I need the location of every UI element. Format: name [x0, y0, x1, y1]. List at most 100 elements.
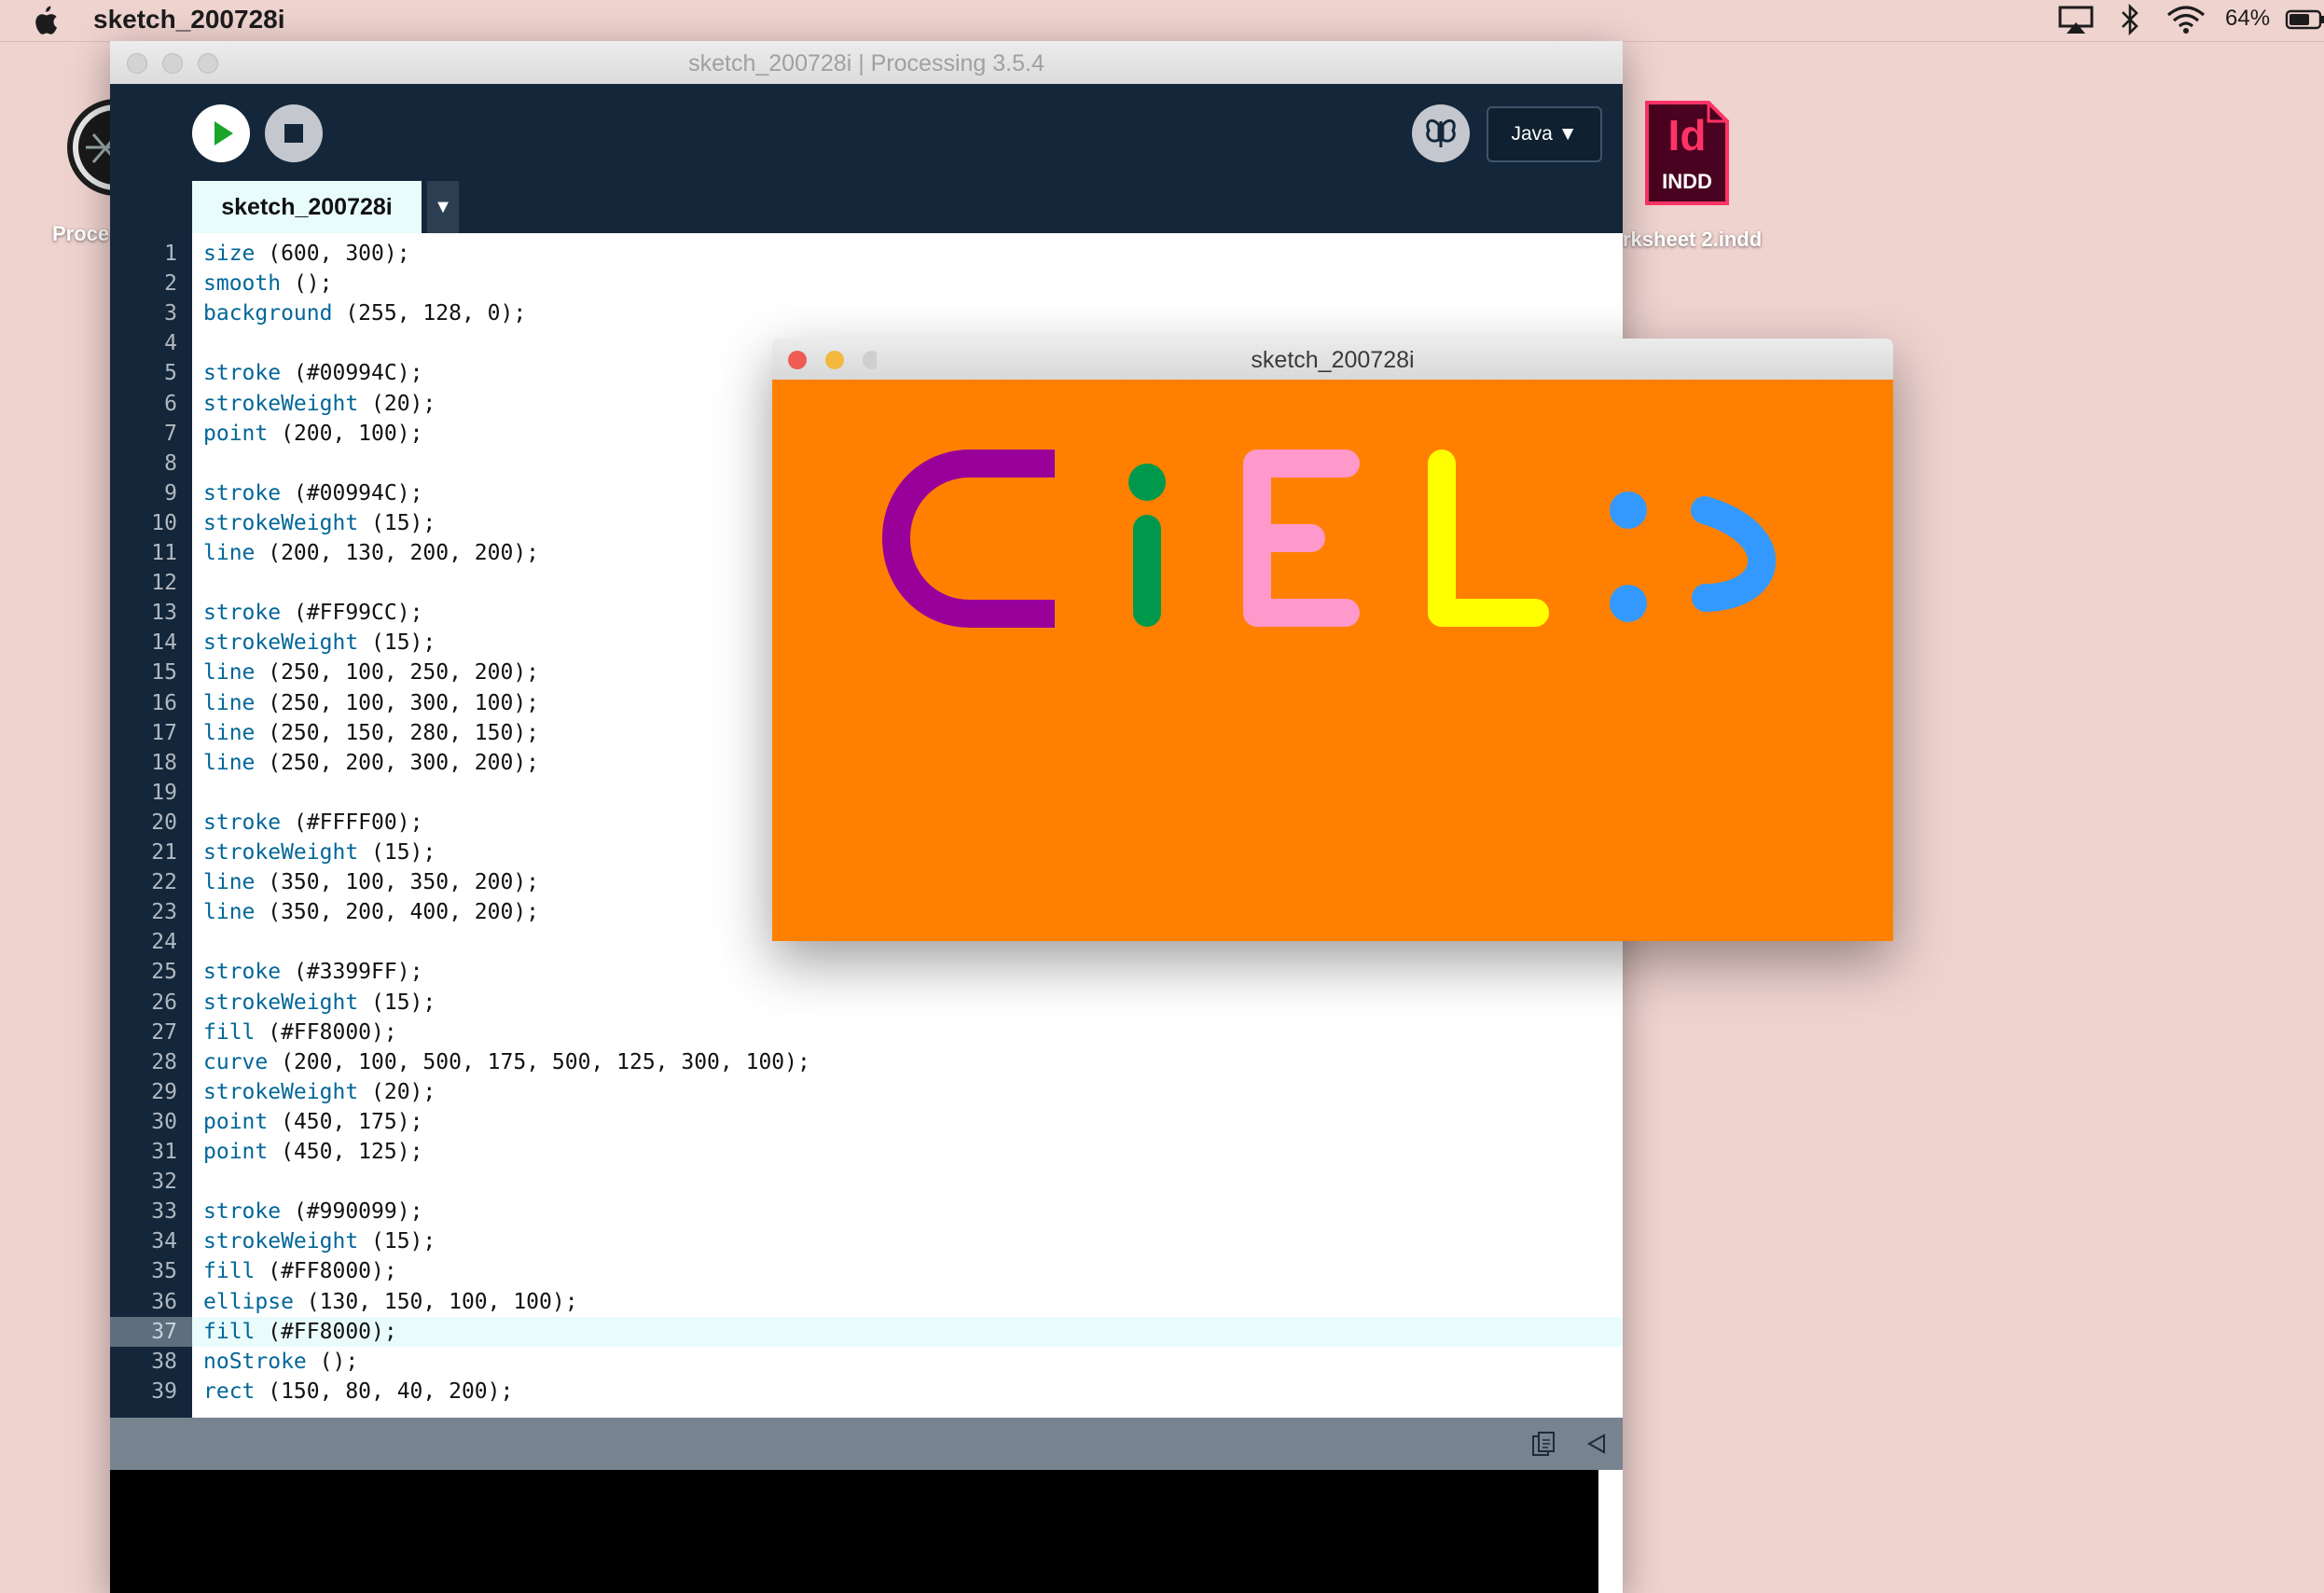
ide-title-bar[interactable]: sketch_200728i | Processing 3.5.4: [110, 41, 1623, 85]
code-line[interactable]: 3 background (255, 128, 0);: [164, 298, 1623, 328]
code-arguments: (250, 200, 300, 200);: [255, 750, 540, 775]
desktop-icon-label: rksheet 2.indd: [1623, 228, 1763, 251]
line-number: 2: [164, 271, 177, 297]
code-line[interactable]: 30 point (450, 175);: [151, 1107, 1623, 1137]
letter-i-dot: [1128, 464, 1166, 501]
code-function-name: ellipse: [203, 1289, 294, 1314]
line-number: 15: [151, 660, 177, 686]
line-number: 19: [151, 780, 177, 805]
code-text: noStroke ();: [203, 1347, 358, 1377]
code-line[interactable]: 2 smooth ();: [164, 269, 1623, 298]
code-text: line (200, 130, 200, 200);: [203, 538, 539, 568]
code-text: strokeWeight (15);: [203, 1226, 436, 1256]
code-line[interactable]: 28 curve (200, 100, 500, 175, 500, 125, 3…: [151, 1047, 1623, 1077]
sketch-canvas: [772, 380, 1893, 941]
code-line[interactable]: 27 fill (#FF8000);: [151, 1018, 1623, 1047]
airplay-icon[interactable]: [2057, 4, 2095, 35]
code-line[interactable]: 35 fill (#FF8000);: [151, 1256, 1623, 1286]
code-arguments: (200, 130, 200, 200);: [255, 541, 540, 565]
line-number: 18: [151, 750, 177, 775]
code-text: strokeWeight (20);: [203, 1077, 436, 1107]
code-function-name: smooth: [203, 271, 282, 297]
line-number: 7: [164, 421, 177, 446]
code-text: line (350, 100, 350, 200);: [203, 867, 539, 897]
tab-menu-button[interactable]: ▼: [427, 181, 459, 233]
stop-button[interactable]: [265, 104, 323, 162]
menu-app-name[interactable]: sketch_200728i: [93, 5, 285, 35]
code-text: background (255, 128, 0);: [203, 298, 526, 328]
line-number: 11: [151, 541, 177, 565]
mode-selector[interactable]: Java ▼: [1487, 106, 1602, 162]
code-line[interactable]: 37 fill (#FF8000);: [110, 1316, 1623, 1347]
code-function-name: line: [203, 900, 256, 925]
battery-icon[interactable]: [2285, 4, 2324, 35]
code-function-name: rect: [203, 1378, 256, 1404]
code-line[interactable]: 33 stroke (#990099);: [151, 1197, 1623, 1226]
play-icon: [214, 121, 233, 145]
code-arguments: ();: [306, 1349, 359, 1374]
line-number: 33: [151, 1199, 177, 1225]
file-type-label: INDD: [1662, 170, 1712, 193]
code-line[interactable]: 36 ellipse (130, 150, 100, 100);: [151, 1287, 1623, 1317]
code-function-name: line: [203, 720, 256, 745]
code-line[interactable]: 29 strokeWeight (20);: [151, 1077, 1623, 1107]
code-function-name: curve: [203, 1049, 269, 1074]
code-line[interactable]: 31 point (450, 125);: [151, 1137, 1623, 1167]
indesign-file-icon[interactable]: Id INDD: [1643, 99, 1731, 207]
line-number: 12: [151, 571, 177, 596]
wifi-icon[interactable]: [2165, 4, 2206, 35]
code-text: line (250, 100, 250, 200);: [203, 658, 539, 687]
copy-console-icon[interactable]: [1531, 1431, 1556, 1457]
line-number: 27: [151, 1019, 177, 1045]
code-line[interactable]: 39 rect (150, 80, 40, 200);: [151, 1377, 1623, 1406]
code-text: rect (150, 80, 40, 200);: [203, 1377, 513, 1406]
console-area[interactable]: [110, 1470, 1623, 1593]
apple-menu-icon[interactable]: [28, 4, 60, 37]
code-line[interactable]: 25 stroke (#3399FF);: [151, 957, 1623, 987]
code-arguments: (#FF8000);: [255, 1019, 397, 1045]
code-arguments: (15);: [358, 630, 436, 656]
code-arguments: (450, 175);: [268, 1109, 423, 1134]
line-number: 34: [151, 1229, 177, 1254]
line-number: 14: [151, 630, 177, 656]
code-arguments: (255, 128, 0);: [332, 301, 527, 326]
battery-percentage: 64%: [2225, 6, 2271, 31]
line-number: 35: [151, 1259, 177, 1284]
code-line[interactable]: 32: [151, 1167, 1623, 1197]
code-function-name: line: [203, 870, 256, 895]
line-number: 17: [151, 720, 177, 745]
code-line[interactable]: 26 strokeWeight (15);: [151, 988, 1623, 1018]
code-arguments: (450, 125);: [268, 1140, 423, 1164]
tab-sketch[interactable]: sketch_200728i: [192, 181, 422, 233]
code-line[interactable]: 34 strokeWeight (15);: [151, 1226, 1623, 1256]
line-number: 37: [110, 1316, 192, 1347]
console-scrollbar[interactable]: [1598, 1470, 1623, 1593]
code-text: stroke (#00994C);: [203, 358, 422, 388]
code-text: fill (#FF8000);: [203, 1018, 397, 1047]
line-number: 25: [151, 960, 177, 985]
code-text: smooth ();: [203, 269, 332, 298]
code-function-name: stroke: [203, 1199, 282, 1225]
collapse-console-icon[interactable]: [1585, 1433, 1608, 1455]
code-text: point (200, 100);: [203, 419, 422, 449]
code-function-name: stroke: [203, 361, 282, 386]
line-number: 29: [151, 1079, 177, 1104]
code-text: curve (200, 100, 500, 175, 500, 125, 300…: [203, 1047, 810, 1077]
run-button[interactable]: [192, 104, 250, 162]
sketch-output-window: sketch_200728i: [772, 339, 1893, 941]
code-text: strokeWeight (15);: [203, 988, 436, 1018]
line-number: 8: [164, 450, 177, 476]
code-function-name: line: [203, 660, 256, 686]
sketch-title-bar[interactable]: sketch_200728i: [772, 339, 1893, 381]
bluetooth-icon[interactable]: [2119, 4, 2141, 35]
code-function-name: line: [203, 690, 256, 715]
code-line[interactable]: 38 noStroke ();: [151, 1347, 1623, 1377]
debug-button[interactable]: [1412, 104, 1470, 162]
code-text: strokeWeight (15);: [203, 628, 436, 658]
line-number: 28: [151, 1049, 177, 1074]
code-text: point (450, 175);: [203, 1107, 422, 1137]
code-text: stroke (#00994C);: [203, 478, 422, 508]
code-function-name: size: [203, 242, 256, 266]
line-number: 13: [151, 601, 177, 626]
code-line[interactable]: 1 size (600, 300);: [164, 239, 1623, 269]
